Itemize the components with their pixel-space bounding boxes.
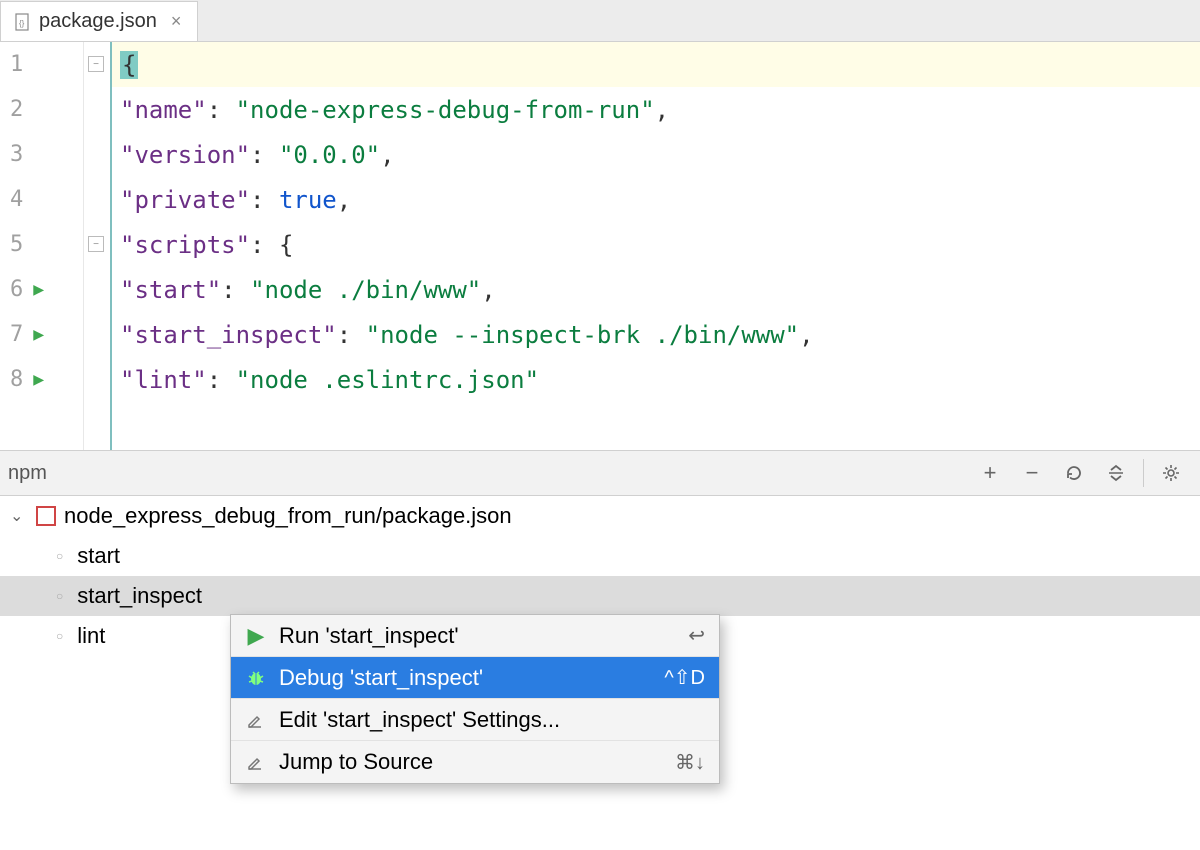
run-gutter-icon[interactable]: ▶: [33, 369, 44, 390]
line-number: 6: [10, 277, 23, 302]
menu-label: Debug 'start_inspect': [279, 665, 483, 691]
tab-bar: {} package.json ×: [0, 0, 1200, 42]
line-number: 8: [10, 367, 23, 392]
run-gutter-icon[interactable]: ▶: [33, 324, 44, 345]
line-number: 1: [10, 52, 23, 77]
npm-package-icon: [36, 506, 56, 526]
fold-toggle-icon[interactable]: −: [88, 236, 104, 252]
expand-caret-icon[interactable]: ⌄: [10, 506, 28, 526]
shortcut-label: ^⇧D: [664, 665, 705, 690]
shortcut-label: ⌘↓: [675, 750, 705, 775]
line-number: 5: [10, 232, 23, 257]
menu-edit-settings[interactable]: Edit 'start_inspect' Settings...: [231, 699, 719, 741]
close-tab-icon[interactable]: ×: [167, 11, 186, 32]
menu-label: Run 'start_inspect': [279, 623, 459, 649]
code-editor[interactable]: 1 2 3 4 5 6 ▶ 7 ▶ 8 ▶ − − { "name": "node-e…: [0, 42, 1200, 450]
refresh-icon[interactable]: [1057, 456, 1091, 490]
tab-filename: package.json: [39, 10, 157, 33]
bullet-icon: ○: [56, 629, 63, 643]
svg-text:{}: {}: [19, 19, 25, 28]
menu-run[interactable]: ▶ Run 'start_inspect' ↩: [231, 615, 719, 657]
code-content[interactable]: { "name": "node-express-debug-from-run",…: [110, 42, 1200, 450]
line-number: 2: [10, 97, 23, 122]
edit-pencil-icon: [245, 711, 267, 729]
context-menu: ▶ Run 'start_inspect' ↩ Debug 'start_ins…: [230, 614, 720, 784]
bullet-icon: ○: [56, 589, 63, 603]
edit-pencil-icon: [245, 753, 267, 771]
menu-debug[interactable]: Debug 'start_inspect' ^⇧D: [231, 657, 719, 699]
fold-strip: − −: [84, 42, 110, 450]
fold-toggle-icon[interactable]: −: [88, 56, 104, 72]
line-gutter: 1 2 3 4 5 6 ▶ 7 ▶ 8 ▶: [0, 42, 84, 450]
line-number: 3: [10, 142, 23, 167]
run-icon: ▶: [245, 623, 267, 649]
script-label: lint: [77, 623, 105, 649]
npm-scripts-tree: ⌄ node_express_debug_from_run/package.js…: [0, 496, 1200, 850]
run-gutter-icon[interactable]: ▶: [33, 279, 44, 300]
collapse-icon[interactable]: [1099, 456, 1133, 490]
remove-icon[interactable]: −: [1015, 456, 1049, 490]
menu-label: Jump to Source: [279, 749, 433, 775]
npm-panel-header: npm + −: [0, 450, 1200, 496]
shortcut-label: ↩: [688, 623, 705, 648]
menu-jump-to-source[interactable]: Jump to Source ⌘↓: [231, 741, 719, 783]
json-file-icon: {}: [13, 12, 33, 32]
script-item-start[interactable]: ○ start: [0, 536, 1200, 576]
tree-root[interactable]: ⌄ node_express_debug_from_run/package.js…: [0, 496, 1200, 536]
add-icon[interactable]: +: [973, 456, 1007, 490]
npm-panel-title: npm: [8, 462, 47, 485]
menu-label: Edit 'start_inspect' Settings...: [279, 707, 560, 733]
root-label: node_express_debug_from_run/package.json: [64, 503, 512, 529]
line-number: 4: [10, 187, 23, 212]
file-tab[interactable]: {} package.json ×: [0, 1, 198, 41]
bullet-icon: ○: [56, 549, 63, 563]
script-label: start: [77, 543, 120, 569]
line-number: 7: [10, 322, 23, 347]
debug-bug-icon: [245, 668, 267, 688]
script-label: start_inspect: [77, 583, 202, 609]
script-item-start-inspect[interactable]: ○ start_inspect: [0, 576, 1200, 616]
settings-gear-icon[interactable]: [1154, 456, 1188, 490]
